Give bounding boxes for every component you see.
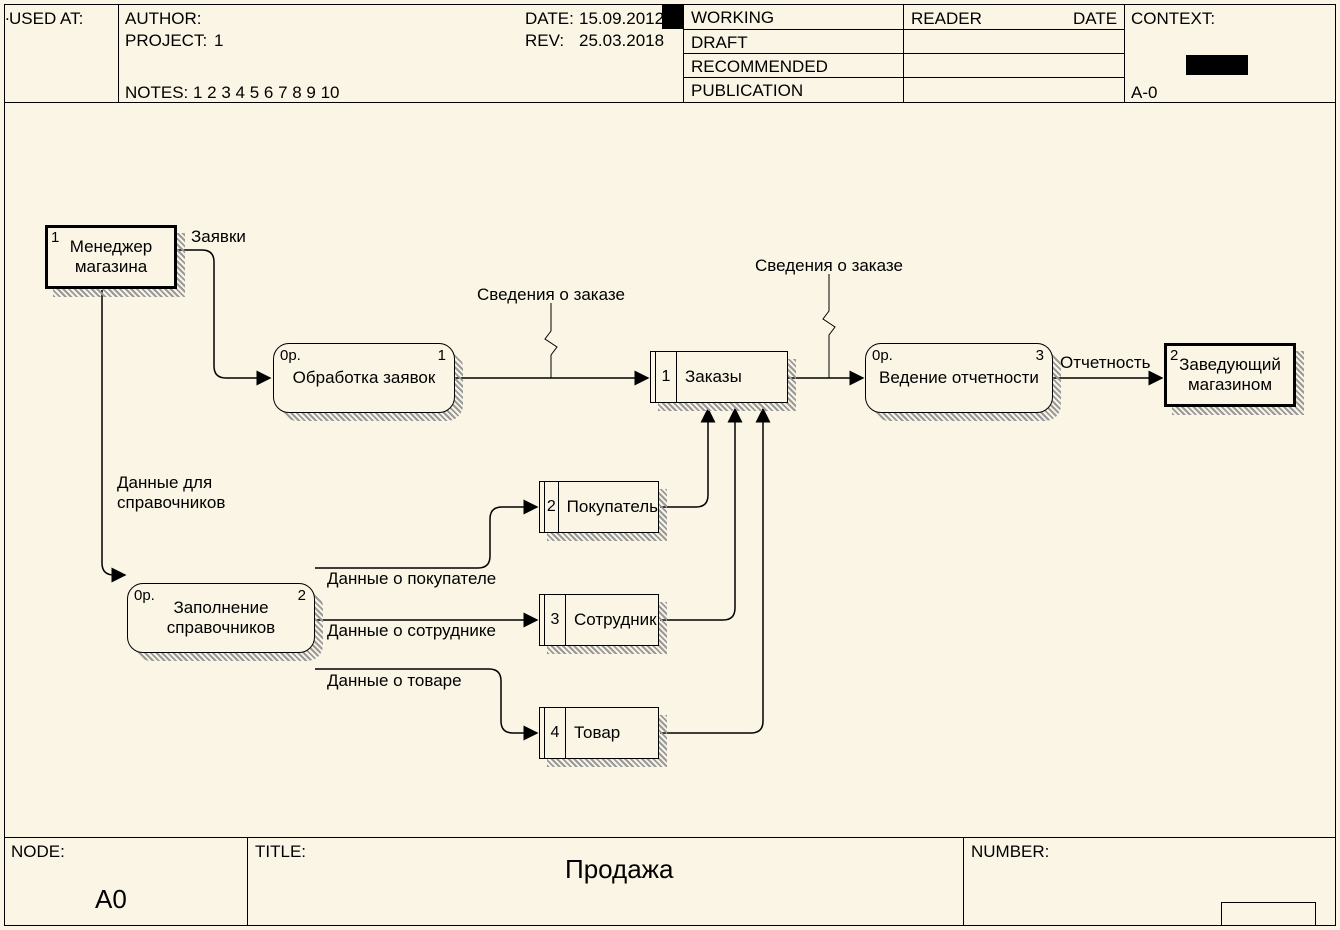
external-director: 2 Заведующий магазином <box>1164 343 1304 415</box>
datastore-product: 4 Товар <box>539 707 667 767</box>
arrow-label-orderinfo-1: Сведения о заказе <box>477 285 625 305</box>
status-publication: PUBLICATION <box>683 77 1124 103</box>
author-label: AUTHOR: <box>125 9 202 29</box>
context-icon <box>1186 55 1248 75</box>
diagram-canvas: Заявки Данные для справочников Данные о … <box>5 103 1335 837</box>
rev-label: REV: <box>525 31 564 51</box>
title-label: TITLE: <box>255 842 306 862</box>
process-fill-directories: 0р. 2 Заполнение справочников <box>127 583 323 661</box>
arrow-label-requests: Заявки <box>191 227 246 247</box>
project-value: 1 <box>214 31 223 51</box>
date2-label: DATE <box>1073 9 1117 29</box>
node-value: A0 <box>95 884 127 915</box>
datastore-customer: 2 Покупатель <box>539 481 667 541</box>
arrow-label-reporting: Отчетность <box>1060 353 1151 373</box>
arrows-svg <box>5 103 1337 839</box>
arrow-label-product: Данные о товаре <box>327 671 462 691</box>
node-label: NODE: <box>11 842 65 862</box>
context-label: CONTEXT: <box>1131 9 1215 29</box>
arrow-label-employee: Данные о сотруднике <box>327 621 496 641</box>
header: USED AT: AUTHOR: PROJECT: 1 NOTES: 1 2 3… <box>5 5 1335 103</box>
notes-value: 1 2 3 4 5 6 7 8 9 10 <box>193 83 340 103</box>
number-box <box>1221 902 1316 925</box>
status-recommended: RECOMMENDED <box>683 53 1124 77</box>
datastore-employee: 3 Сотрудник <box>539 594 667 654</box>
date-label: DATE: <box>525 9 574 29</box>
status-draft: DRAFT <box>683 29 1124 53</box>
context-code: A-0 <box>1131 83 1157 103</box>
date-value: 15.09.2012 <box>579 9 664 29</box>
number-label: NUMBER: <box>971 842 1049 862</box>
process-request-handling: 0р. 1 Обработка заявок <box>273 343 463 421</box>
arrow-label-customer: Данные о покупателе <box>327 569 496 589</box>
process-reporting: 0р. 3 Ведение отчетности <box>865 343 1061 421</box>
reader-label: READER <box>911 9 982 29</box>
diagram-frame: USED AT: AUTHOR: PROJECT: 1 NOTES: 1 2 3… <box>4 4 1336 926</box>
arrow-label-refdata: Данные для справочников <box>117 473 237 514</box>
used-at-label: USED AT: <box>9 9 83 29</box>
status-marker <box>662 5 683 29</box>
title-value: Продажа <box>565 854 674 885</box>
project-label: PROJECT: <box>125 31 207 51</box>
footer: NODE: A0 TITLE: Продажа NUMBER: <box>5 837 1335 925</box>
arrow-label-orderinfo-2: Сведения о заказе <box>755 256 903 276</box>
notes-label: NOTES: <box>125 83 188 103</box>
rev-value: 25.03.2018 <box>579 31 664 51</box>
status-working: WORKING <box>683 5 903 29</box>
datastore-orders: 1 Заказы <box>650 351 796 411</box>
external-manager: 1 Менеджер магазина <box>45 225 185 297</box>
